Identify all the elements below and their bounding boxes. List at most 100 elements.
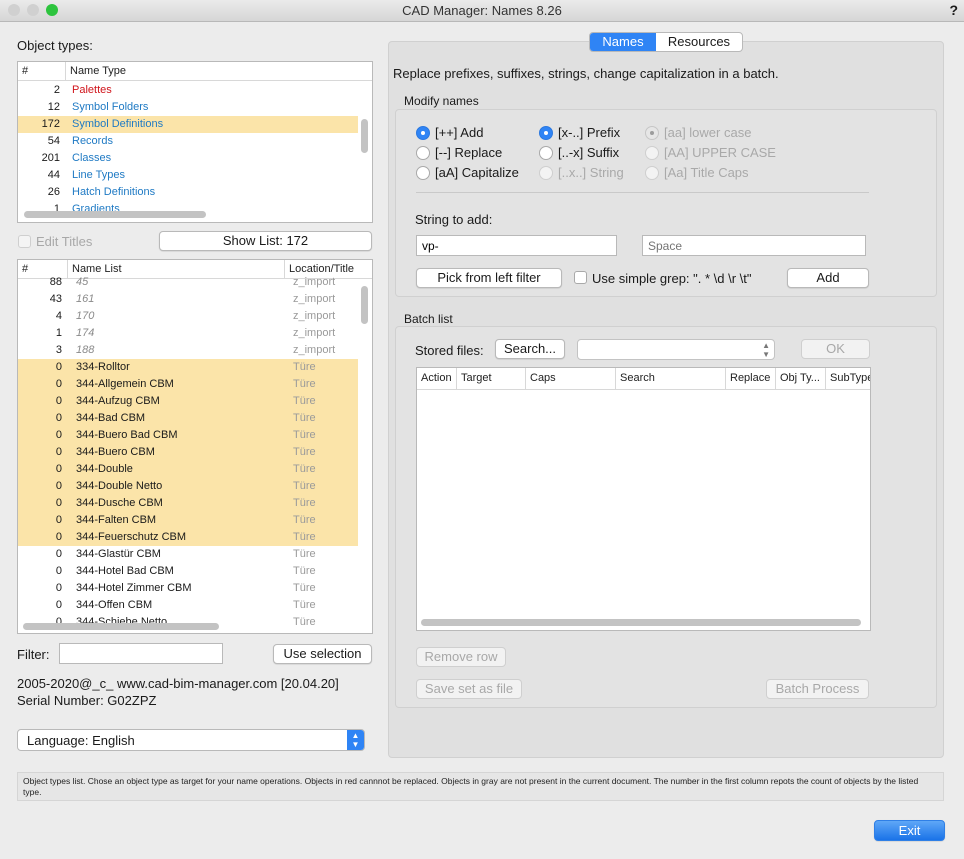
- name-list-row[interactable]: 0 344-Feuerschutz CBM Türe: [18, 529, 358, 546]
- use-selection-button[interactable]: Use selection: [273, 644, 372, 664]
- string-to-add-input[interactable]: [416, 235, 617, 256]
- add-button[interactable]: Add: [787, 268, 869, 288]
- name-list-row[interactable]: 0 344-Hotel Bad CBM Türe: [18, 563, 358, 580]
- name-list-row[interactable]: 0 344-Bad CBM Türe: [18, 410, 358, 427]
- radio-button[interactable]: [539, 146, 553, 160]
- name-list-row[interactable]: 0 344-Offen CBM Türe: [18, 597, 358, 614]
- name-list-row[interactable]: 0 344-Falten CBM Türe: [18, 512, 358, 529]
- object-type-name: Symbol Definitions: [72, 118, 164, 130]
- object-types-label: Object types:: [17, 38, 93, 53]
- batch-column-header[interactable]: Search: [615, 368, 655, 390]
- object-types-list[interactable]: # Name Type 2 Palettes 12 Symbol Folders 172…: [17, 61, 373, 223]
- object-type-name: Symbol Folders: [72, 101, 149, 113]
- object-type-count: 201: [41, 152, 60, 164]
- types-hscroll[interactable]: [24, 211, 206, 218]
- object-type-row[interactable]: 12 Symbol Folders: [18, 99, 358, 116]
- name-list-row[interactable]: 0 344-Aufzug CBM Türe: [18, 393, 358, 410]
- name-value: 170: [76, 310, 95, 322]
- radio-label: [x-..] Prefix: [558, 125, 621, 140]
- batch-column-header[interactable]: Caps: [525, 368, 556, 390]
- divider: [416, 192, 869, 193]
- batch-column-header[interactable]: Target: [456, 368, 492, 390]
- remove-row-button[interactable]: Remove row: [416, 647, 506, 667]
- tab-names[interactable]: Names: [590, 33, 656, 51]
- name-list-row[interactable]: 0 344-Double Türe: [18, 461, 358, 478]
- pick-from-left-filter-button[interactable]: Pick from left filter: [416, 268, 562, 288]
- types-header-num[interactable]: #: [18, 62, 28, 81]
- name-count: 0: [55, 548, 62, 560]
- save-set-as-file-button[interactable]: Save set as file: [416, 679, 522, 699]
- object-type-row[interactable]: 201 Classes: [18, 150, 358, 167]
- name-list-row[interactable]: 0 344-Allgemein CBM Türe: [18, 376, 358, 393]
- object-type-row[interactable]: 172 Symbol Definitions: [18, 116, 358, 133]
- name-count: 4: [55, 310, 62, 322]
- batch-process-button[interactable]: Batch Process: [766, 679, 869, 699]
- batch-column-header[interactable]: Replace: [725, 368, 770, 390]
- object-type-count: 172: [41, 118, 60, 130]
- exit-button[interactable]: Exit: [874, 820, 945, 841]
- updown-chevron-icon: ▲ ▼: [347, 730, 364, 750]
- radio-button[interactable]: [539, 126, 553, 140]
- radio-button[interactable]: [416, 146, 430, 160]
- name-list-row[interactable]: 0 344-Hotel Zimmer CBM Türe: [18, 580, 358, 597]
- batch-column-header[interactable]: Action: [417, 368, 452, 390]
- stored-files-select[interactable]: ▲ ▼: [577, 339, 775, 360]
- name-count: 0: [55, 429, 62, 441]
- name-list-row[interactable]: 0 334-Rolltor Türe: [18, 359, 358, 376]
- simple-grep-checkbox[interactable]: [574, 271, 587, 284]
- names-hscroll[interactable]: [23, 623, 219, 630]
- name-list-row[interactable]: 0 344-Glastür CBM Türe: [18, 546, 358, 563]
- object-type-row[interactable]: 26 Hatch Definitions: [18, 184, 358, 201]
- name-location: Türe: [293, 599, 316, 611]
- name-value: 188: [76, 344, 95, 356]
- object-type-count: 12: [47, 101, 60, 113]
- name-list-row[interactable]: 0 344-Dusche CBM Türe: [18, 495, 358, 512]
- types-header-name[interactable]: Name Type: [65, 62, 126, 81]
- name-count: 0: [55, 395, 62, 407]
- batch-table[interactable]: Action Target Caps Search Replace Obj Ty... Su…: [416, 367, 871, 631]
- stored-files-label: Stored files:: [415, 343, 484, 358]
- name-location: Türe: [293, 582, 316, 594]
- filter-input[interactable]: [59, 643, 223, 664]
- edit-titles-checkbox[interactable]: [18, 235, 31, 248]
- names-list[interactable]: # Name List Location/Title 88 45 z_import 4…: [17, 259, 373, 634]
- batch-table-header: Action Target Caps Search Replace Obj Ty... Su…: [417, 368, 870, 390]
- name-location: z_import: [293, 293, 336, 305]
- name-list-row[interactable]: 43 161 z_import: [18, 291, 358, 308]
- name-list-row[interactable]: 88 45 z_import: [18, 274, 358, 291]
- filter-label: Filter:: [17, 647, 50, 662]
- name-list-row[interactable]: 0 344-Buero CBM Türe: [18, 444, 358, 461]
- ok-button[interactable]: OK: [801, 339, 870, 359]
- batch-column-header[interactable]: SubType: [825, 368, 870, 390]
- name-location: z_import: [293, 327, 336, 339]
- batch-column-header[interactable]: Obj Ty...: [775, 368, 820, 390]
- show-list-button[interactable]: Show List: 172: [159, 231, 372, 251]
- space-input[interactable]: [642, 235, 866, 256]
- object-type-row[interactable]: 54 Records: [18, 133, 358, 150]
- name-list-row[interactable]: 3 188 z_import: [18, 342, 358, 359]
- name-list-row[interactable]: 0 344-Buero Bad CBM Türe: [18, 427, 358, 444]
- radio-button[interactable]: [645, 146, 659, 160]
- name-list-row[interactable]: 1 174 z_import: [18, 325, 358, 342]
- batch-hscroll[interactable]: [421, 619, 861, 626]
- radio-button[interactable]: [539, 166, 553, 180]
- radio-button[interactable]: [645, 166, 659, 180]
- object-type-name: Records: [72, 135, 113, 147]
- names-vscroll[interactable]: [361, 286, 368, 324]
- edit-titles-label: Edit Titles: [36, 234, 93, 249]
- object-type-row[interactable]: 44 Line Types: [18, 167, 358, 184]
- radio-button[interactable]: [416, 166, 430, 180]
- name-count: 0: [55, 497, 62, 509]
- radio-button[interactable]: [645, 126, 659, 140]
- object-type-row[interactable]: 2 Palettes: [18, 82, 358, 99]
- radio-button[interactable]: [416, 126, 430, 140]
- name-value: 344-Falten CBM: [76, 514, 157, 526]
- name-location: Türe: [293, 616, 316, 628]
- help-icon[interactable]: ?: [949, 2, 958, 18]
- name-list-row[interactable]: 4 170 z_import: [18, 308, 358, 325]
- tab-resources[interactable]: Resources: [656, 33, 742, 51]
- types-vscroll[interactable]: [361, 119, 368, 153]
- search-files-button[interactable]: Search...: [495, 339, 565, 359]
- name-list-row[interactable]: 0 344-Double Netto Türe: [18, 478, 358, 495]
- language-select[interactable]: Language: English ▲ ▼: [17, 729, 365, 751]
